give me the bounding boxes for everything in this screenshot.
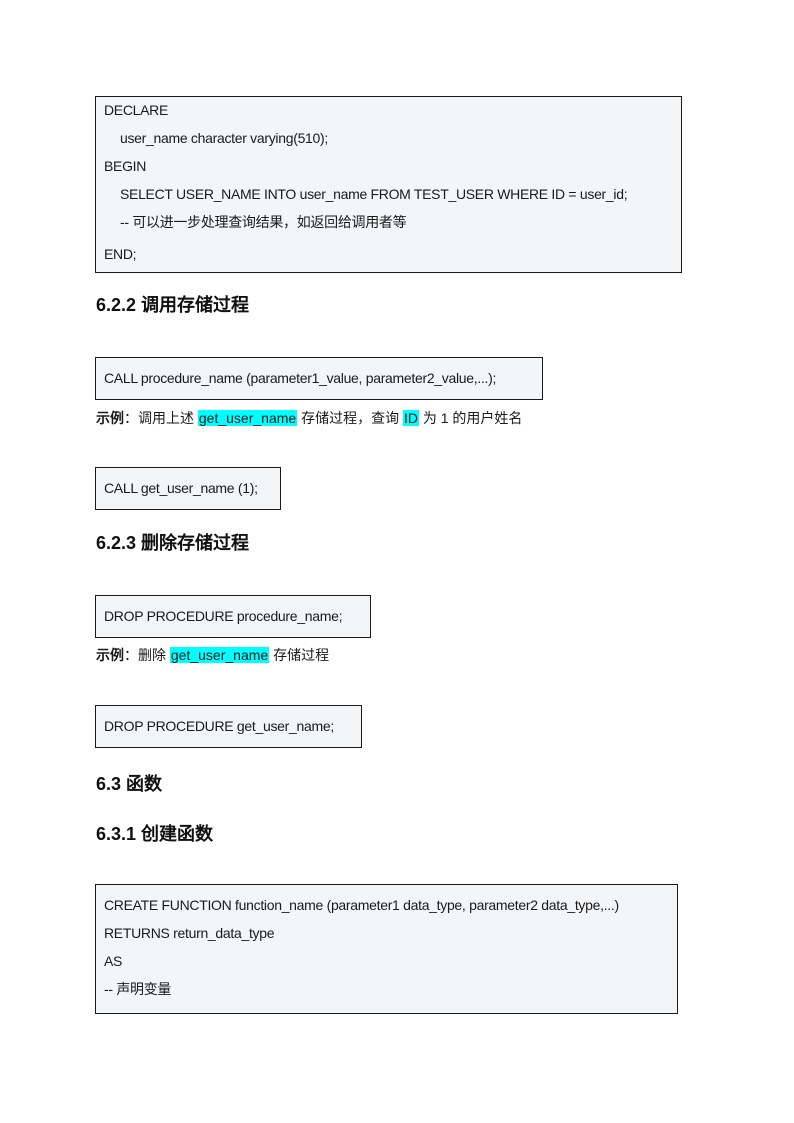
example-text: 存储过程，查询	[297, 410, 403, 426]
code-line: END;	[104, 246, 137, 262]
code-line: CALL procedure_name (parameter1_value, p…	[104, 370, 497, 386]
heading-6-3-1: 6.3.1 创建函数	[96, 824, 214, 844]
example-text: 存储过程	[269, 647, 330, 663]
code-line: -- 声明变量	[104, 981, 172, 997]
highlighted-term: get_user_name	[197, 410, 298, 426]
code-line: AS	[104, 953, 123, 969]
code-line: -- 可以进一步处理查询结果，如返回给调用者等	[120, 214, 407, 230]
example-label: 示例	[96, 410, 124, 426]
example-label: 示例	[96, 647, 124, 663]
code-line: RETURNS return_data_type	[104, 925, 275, 941]
code-block-call-syntax: CALL procedure_name (parameter1_value, p…	[95, 357, 543, 400]
code-block-drop-syntax: DROP PROCEDURE procedure_name;	[95, 595, 371, 638]
example-colon: ：	[124, 410, 138, 426]
example-call-paragraph: 示例：调用上述 get_user_name 存储过程，查询 ID 为 1 的用户…	[96, 408, 522, 428]
code-line: BEGIN	[104, 158, 147, 174]
example-text: 为 1 的用户姓名	[418, 410, 523, 426]
code-line: DECLARE	[104, 102, 169, 118]
code-line: DROP PROCEDURE procedure_name;	[104, 608, 343, 624]
code-line: SELECT USER_NAME INTO user_name FROM TES…	[120, 186, 628, 202]
example-colon: ：	[124, 647, 138, 663]
example-drop-paragraph: 示例：删除 get_user_name 存储过程	[96, 645, 329, 665]
heading-6-3: 6.3 函数	[96, 774, 163, 794]
code-block-call-example: CALL get_user_name (1);	[95, 467, 281, 510]
example-text: 删除	[138, 647, 170, 663]
code-line: CREATE FUNCTION function_name (parameter…	[104, 897, 619, 913]
highlighted-term: get_user_name	[169, 647, 270, 663]
code-block-declare: DECLARE user_name character varying(510)…	[95, 96, 682, 273]
code-line: user_name character varying(510);	[120, 130, 328, 146]
code-block-create-function: CREATE FUNCTION function_name (parameter…	[95, 884, 678, 1014]
code-line: DROP PROCEDURE get_user_name;	[104, 718, 334, 734]
code-block-drop-example: DROP PROCEDURE get_user_name;	[95, 705, 362, 748]
heading-6-2-2: 6.2.2 调用存储过程	[96, 295, 250, 315]
highlighted-term: ID	[402, 410, 419, 426]
heading-6-2-3: 6.2.3 删除存储过程	[96, 533, 250, 553]
code-line: CALL get_user_name (1);	[104, 480, 258, 496]
example-text: 调用上述	[138, 410, 198, 426]
